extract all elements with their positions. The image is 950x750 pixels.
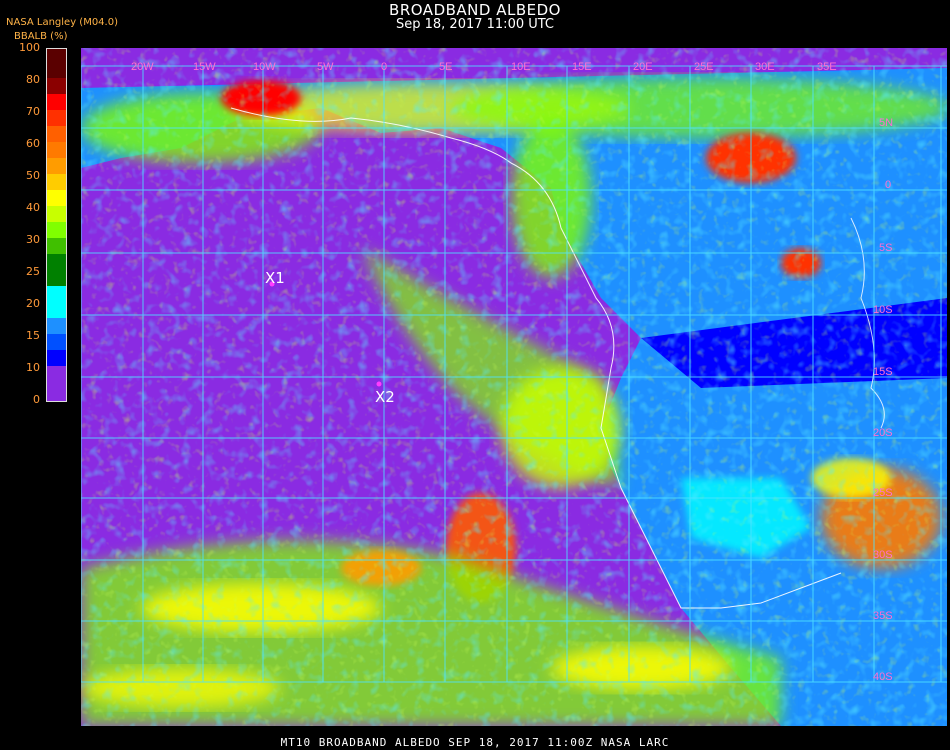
legend-swatch-80-90 [47,78,66,94]
lat-label-5s: 5S [879,242,892,254]
lon-label-10e: 10E [511,61,531,73]
legend-swatch-75-80 [47,94,66,110]
footer-caption: MT10 BROADBAND ALBEDO SEP 18, 2017 11:00… [280,736,670,749]
lat-label-0: 0 [885,179,891,191]
legend-swatch-65-70 [47,126,66,142]
legend-swatch-25-30 [47,254,66,286]
legend-swatch-12-15 [47,334,66,350]
legend-swatch-0-10 [47,366,66,401]
legend-swatch-15-20 [47,318,66,334]
lat-label-25s: 25S [873,487,893,499]
legend-swatch-30-35 [47,238,66,254]
lon-label-30e: 30E [755,61,775,73]
legend-tick-30: 30 [26,233,40,246]
legend-tick-100: 100 [19,41,40,54]
lon-label-5e: 5E [439,61,452,73]
lon-label-0: 0 [381,61,387,73]
lat-label-40s: 40S [873,671,893,683]
legend-swatch-70-75 [47,110,66,126]
lat-label-20s: 20S [873,427,893,439]
lon-label-5w: 5W [317,61,334,73]
cloud-texture-2 [81,48,947,726]
legend-tick-0: 0 [33,393,40,406]
legend-tick-15: 15 [26,329,40,342]
lat-label-30s: 30S [873,549,893,561]
albedo-map[interactable]: 20W 15W 10W 5W 0 5E 10E 15E 20E 25E 30E … [81,48,947,726]
lon-label-15w: 15W [193,61,216,73]
marker-x1[interactable]: X1 [265,269,285,287]
legend-swatch-60-65 [47,142,66,158]
legend-swatch-40-45 [47,206,66,222]
legend-swatch-50-55 [47,174,66,190]
legend-swatch-45-50 [47,190,66,206]
data-source-label: NASA Langley (M04.0) [6,17,118,28]
lat-label-15s: 15S [873,366,893,378]
map-timestamp: Sep 18, 2017 11:00 UTC [395,17,555,32]
lat-label-10s: 10S [873,304,893,316]
legend-tick-70: 70 [26,105,40,118]
legend-swatch-20-25 [47,286,66,318]
lon-label-10w: 10W [253,61,276,73]
lon-label-15e: 15E [572,61,592,73]
legend-tick-60: 60 [26,137,40,150]
legend-tick-20: 20 [26,297,40,310]
legend-swatch-55-60 [47,158,66,174]
color-legend [46,48,67,402]
lat-label-5n: 5N [879,117,893,129]
marker-x1-label: X1 [265,269,285,287]
legend-swatch-35-40 [47,222,66,238]
marker-x2-label: X2 [375,388,395,406]
legend-swatch-90-100 [47,49,66,78]
legend-tick-10: 10 [26,361,40,374]
legend-tick-80: 80 [26,73,40,86]
lon-label-20w: 20W [131,61,154,73]
legend-tick-50: 50 [26,169,40,182]
lat-label-35s: 35S [873,610,893,622]
legend-tick-25: 25 [26,265,40,278]
lon-label-35e: 35E [817,61,837,73]
lon-label-20e: 20E [633,61,653,73]
marker-x2-dot [376,381,382,387]
legend-swatch-10-12 [47,350,66,366]
lon-label-25e: 25E [694,61,714,73]
legend-tick-40: 40 [26,201,40,214]
